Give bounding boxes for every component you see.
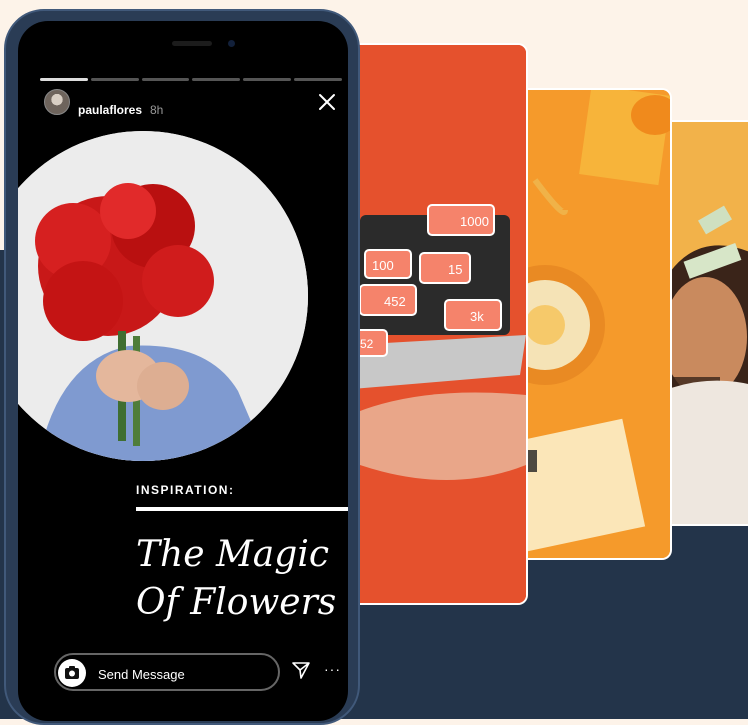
badge-15: 15 [448,262,462,277]
badge-1000: 1000 [460,214,489,229]
post-time: 8h [150,103,164,117]
story-screen: paulaflores 8h INSPIRATION: The Magic Of… [18,21,348,721]
desk-illustration [505,90,670,558]
front-camera [228,40,235,47]
story-card-desk[interactable] [505,90,670,558]
story-progress-bar [40,78,342,81]
story-title-line2: Of Flowers [136,582,337,623]
phone-frame: paulaflores 8h INSPIRATION: The Magic Of… [4,9,360,725]
progress-segment [141,78,190,81]
story-title: The Magic Of Flowers [136,531,348,627]
send-message-placeholder[interactable]: Send Message [98,667,185,682]
divider [136,507,348,511]
story-label: INSPIRATION: [136,483,235,497]
send-icon[interactable] [290,659,312,681]
speaker [172,41,212,46]
camera-icon [65,666,79,679]
story-photo [18,131,308,461]
progress-segment [90,78,139,81]
close-icon[interactable] [316,91,338,113]
username[interactable]: paulaflores [78,103,142,117]
story-card-person[interactable] [660,122,748,524]
camera-button[interactable] [58,659,86,687]
more-icon[interactable]: ··· [324,661,341,677]
avatar[interactable] [44,89,70,115]
progress-segment [192,78,241,81]
badge-3k: 3k [470,309,484,324]
flowers-image [18,131,308,461]
story-title-line1: The Magic [136,534,329,575]
badge-100: 100 [372,258,394,273]
progress-segment [294,78,342,81]
person-illustration [660,122,748,524]
badge-452: 452 [384,294,406,309]
progress-segment [243,78,292,81]
badge-52: 52 [360,337,374,351]
progress-segment [40,78,88,81]
